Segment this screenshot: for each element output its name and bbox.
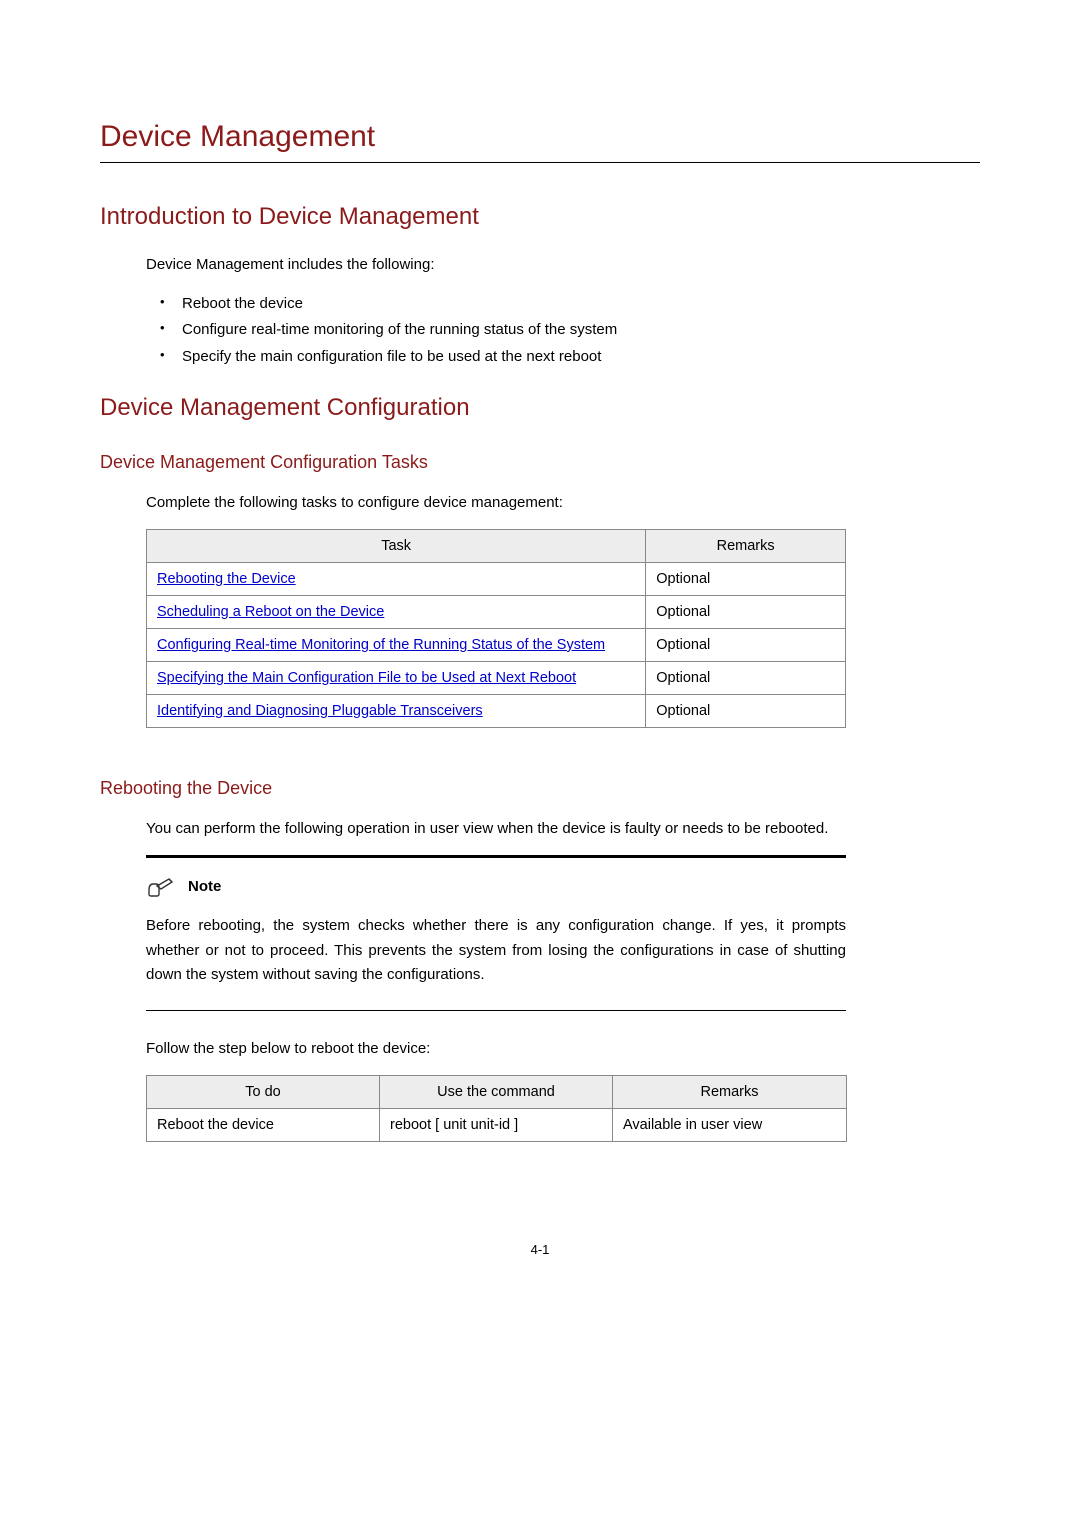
task-remarks: Optional — [646, 628, 846, 661]
reboot-follow-text: Follow the step below to reboot the devi… — [146, 1037, 980, 1061]
cmd-table-header-cmd: Use the command — [380, 1076, 613, 1109]
cmd-table-cmd: reboot [ unit unit-id ] — [380, 1109, 613, 1142]
config-tasks-lead: Complete the following tasks to configur… — [146, 491, 980, 515]
intro-bullet-item: Specify the main configuration file to b… — [160, 344, 980, 370]
reboot-command-table: To do Use the command Remarks Reboot the… — [146, 1075, 847, 1142]
intro-lead: Device Management includes the following… — [146, 253, 980, 277]
note-text: Before rebooting, the system checks whet… — [146, 914, 846, 988]
cmd-table-header-remarks: Remarks — [613, 1076, 847, 1109]
task-remarks: Optional — [646, 595, 846, 628]
config-tasks-heading: Device Management Configuration Tasks — [100, 452, 980, 473]
note-block: Note Before rebooting, the system checks… — [146, 855, 846, 1011]
cmd-table-todo: Reboot the device — [147, 1109, 380, 1142]
intro-bullet-item: Reboot the device — [160, 291, 980, 317]
tasks-table-header-remarks: Remarks — [646, 529, 846, 562]
task-remarks: Optional — [646, 562, 846, 595]
tasks-table-header-task: Task — [147, 529, 646, 562]
cmd-table-remarks: Available in user view — [613, 1109, 847, 1142]
reboot-lead: You can perform the following operation … — [146, 817, 980, 841]
config-heading: Device Management Configuration — [100, 394, 980, 422]
task-link-pluggable-transceivers[interactable]: Identifying and Diagnosing Pluggable Tra… — [157, 703, 483, 719]
note-bottom-rule — [146, 1010, 846, 1011]
chapter-title: Device Management — [100, 120, 980, 163]
intro-bullet-item: Configure real-time monitoring of the ru… — [160, 317, 980, 343]
note-label: Note — [188, 878, 221, 895]
task-remarks: Optional — [646, 661, 846, 694]
note-hand-pencil-icon — [146, 876, 180, 898]
page-number: 4-1 — [100, 1242, 980, 1257]
note-top-rule — [146, 855, 846, 858]
reboot-heading: Rebooting the Device — [100, 778, 980, 799]
task-link-schedule-reboot[interactable]: Scheduling a Reboot on the Device — [157, 604, 384, 620]
task-remarks: Optional — [646, 694, 846, 727]
tasks-table: Task Remarks Rebooting the Device Option… — [146, 529, 846, 728]
task-link-reboot[interactable]: Rebooting the Device — [157, 571, 296, 587]
intro-bullet-list: Reboot the device Configure real-time mo… — [160, 291, 980, 370]
intro-heading: Introduction to Device Management — [100, 203, 980, 231]
cmd-table-header-todo: To do — [147, 1076, 380, 1109]
task-link-realtime-monitoring[interactable]: Configuring Real-time Monitoring of the … — [157, 637, 605, 653]
task-link-main-config-file[interactable]: Specifying the Main Configuration File t… — [157, 670, 576, 686]
